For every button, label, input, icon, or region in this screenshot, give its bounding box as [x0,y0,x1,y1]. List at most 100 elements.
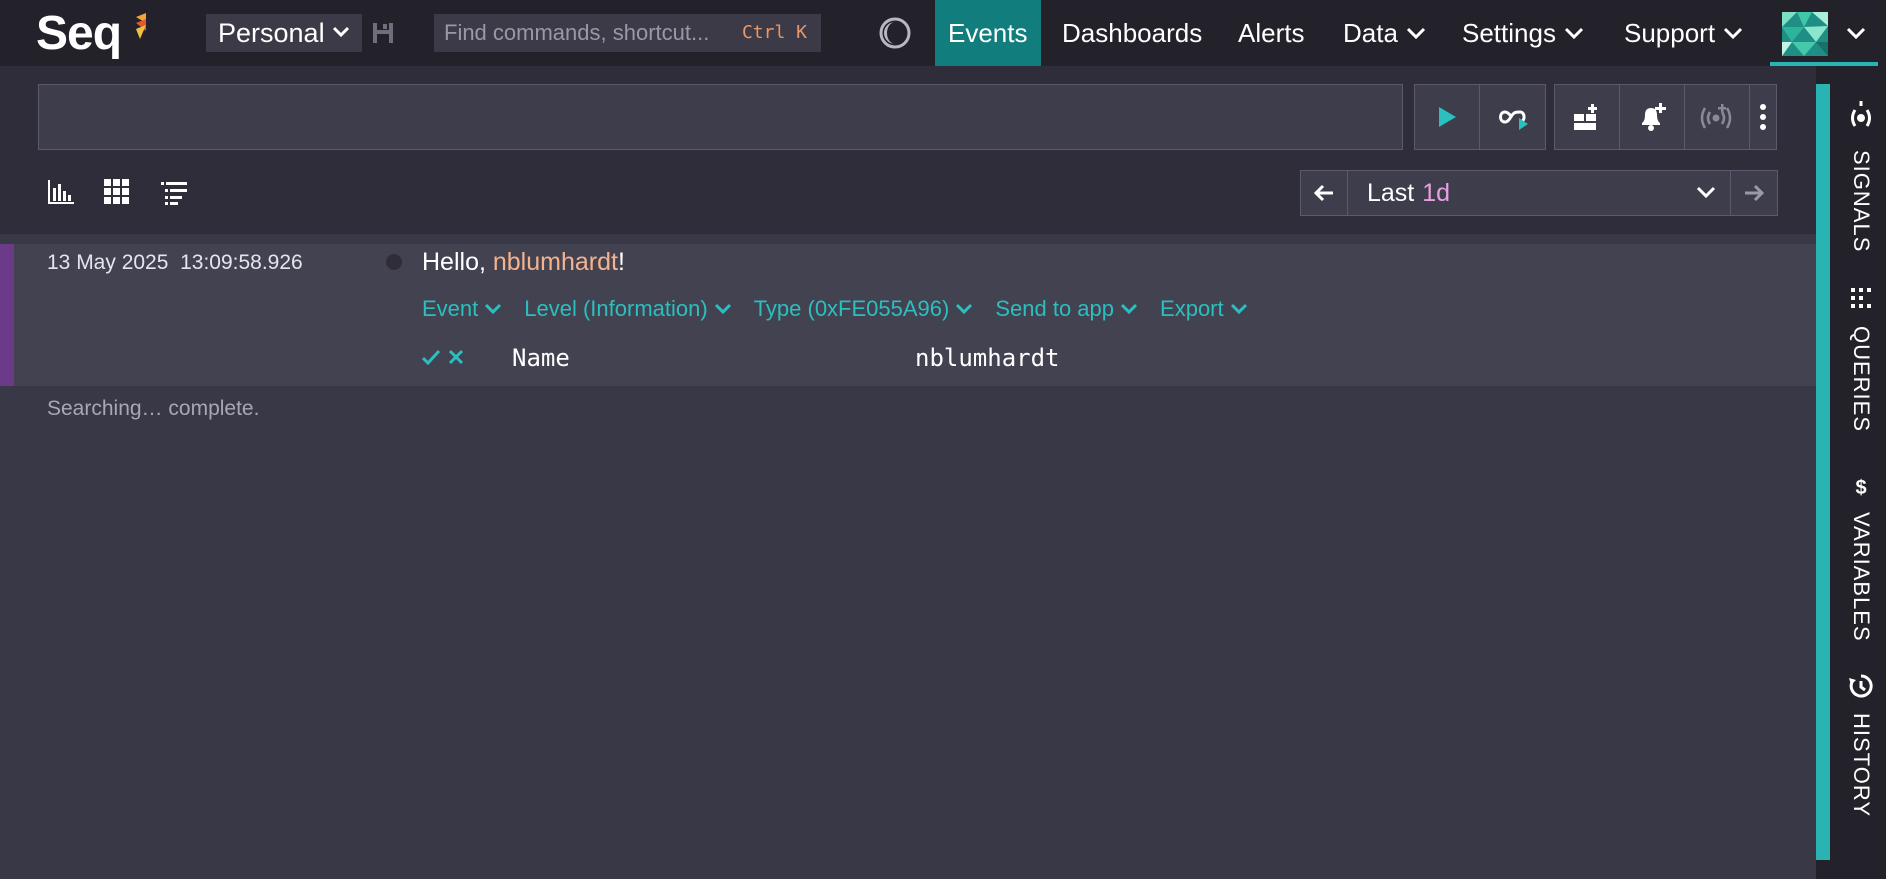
svg-text:$: $ [1855,477,1866,498]
action-label: Send to app [995,296,1115,321]
command-search[interactable]: Find commands, shortcut... Ctrl K [434,14,821,52]
chevron-down-icon [1230,303,1247,315]
event-level-indicator [386,254,402,270]
export-button[interactable]: Export [1160,296,1248,322]
nav-settings-label: Settings [1462,17,1556,48]
send-to-app-button[interactable]: Send to app [995,296,1138,322]
nav-dashboards[interactable]: Dashboards [1062,0,1202,66]
exclude-icon[interactable] [448,349,464,365]
shortcut-hint: Ctrl K [741,22,807,43]
action-label: Export [1160,296,1224,321]
time-range-select[interactable]: Last 1d [1348,171,1730,215]
command-search-placeholder: Find commands, shortcut... [444,20,710,45]
arrow-left-icon [1314,184,1333,202]
nav-data-label: Data [1343,17,1398,48]
event-timestamp: 13 May 2025 13:09:58.926 [47,251,303,274]
chevron-down-icon [1120,303,1138,315]
chevron-down-icon [332,26,350,38]
query-actions [1554,84,1777,150]
chevron-down-icon [1846,27,1866,40]
rail-accent-bar [1816,84,1830,860]
nav-support[interactable]: Support [1624,0,1743,66]
rail-label: HISTORY [1849,713,1874,817]
nav-alerts-label: Alerts [1238,17,1305,48]
chevron-down-icon [1724,27,1743,40]
event-message-text: Hello, [422,248,493,276]
logo-flag-icon [136,13,146,39]
nav-support-label: Support [1624,17,1716,48]
chevron-down-icon [485,303,502,315]
app-logo[interactable]: Seq [36,6,122,61]
nav-settings[interactable]: Settings [1462,0,1584,66]
variables-icon: $ [1855,477,1866,498]
event-row[interactable]: 13 May 2025 13:09:58.926 Hello, nblumhar… [0,244,1816,386]
time-range-prefix: Last [1367,178,1415,207]
histogram-icon[interactable] [47,178,75,206]
add-alert-icon [1642,103,1666,131]
search-status: Searching… complete. [47,397,260,420]
workspace-label: Personal [218,17,325,48]
event-level-stripe [0,244,14,386]
event-message: Hello, nblumhardt! [422,248,625,277]
top-navigation: Seq Personal Find commands, shortcut... … [0,0,1886,66]
query-input[interactable] [38,84,1403,150]
time-range-previous-button[interactable] [1301,171,1348,215]
chevron-down-icon [1406,27,1425,40]
check-icon[interactable] [422,349,440,365]
avatar [1782,12,1828,56]
add-to-dashboard-button[interactable] [1555,85,1620,149]
chevron-down-icon [956,303,973,315]
rail-variables[interactable]: $ VARIABLES [1844,476,1878,642]
action-label: Level (Information) [524,296,708,321]
event-menu-button[interactable]: Event [422,296,502,322]
event-message-suffix: ! [617,248,625,276]
tail-button[interactable] [1480,85,1545,149]
run-query-button[interactable] [1415,85,1480,149]
action-label: Type (0xFE055A96) [753,296,950,321]
theme-toggle-icon[interactable] [878,16,912,50]
query-panel: Last 1d [0,66,1816,234]
add-alert-button[interactable] [1620,85,1685,149]
history-icon [1849,674,1873,698]
run-query-icon [1439,107,1456,127]
time-range-picker: Last 1d [1300,170,1778,216]
nav-events-label: Events [948,17,1028,48]
rail-history[interactable]: HISTORY [1844,673,1878,817]
grid-icon[interactable] [103,178,131,206]
rail-label: VARIABLES [1849,512,1874,642]
rail-signals[interactable]: SIGNALS [1844,100,1878,252]
queries-icon [1851,288,1871,308]
more-button[interactable] [1750,85,1776,149]
save-icon[interactable] [372,22,394,44]
nav-events[interactable]: Events [935,0,1041,66]
user-menu[interactable] [1770,0,1878,66]
rail-label: SIGNALS [1849,150,1874,253]
chevron-down-icon [714,303,731,315]
add-signal-icon [1700,104,1732,129]
event-property-row: Name nblumhardt [422,344,1422,374]
action-label: Event [422,296,479,321]
property-name: Name [512,344,570,372]
type-menu-button[interactable]: Type (0xFE055A96) [754,296,974,322]
nav-alerts[interactable]: Alerts [1238,0,1304,66]
event-message-property[interactable]: nblumhardt [493,248,618,276]
add-to-dashboard-icon [1574,104,1597,130]
time-range-next-button[interactable] [1730,171,1777,215]
list-icon[interactable] [160,178,188,206]
add-signal-button[interactable] [1685,85,1750,149]
signals-icon [1851,101,1871,127]
rail-queries[interactable]: QUERIES [1844,286,1878,432]
chevron-down-icon [1696,186,1716,199]
run-controls [1414,84,1546,150]
level-menu-button[interactable]: Level (Information) [524,296,731,322]
property-value: nblumhardt [915,344,1060,372]
tail-icon [1498,110,1528,130]
chevron-down-icon [1564,27,1584,40]
nav-data[interactable]: Data [1343,0,1426,66]
nav-dashboards-label: Dashboards [1062,17,1203,48]
workspace-selector[interactable]: Personal [206,14,362,52]
more-icon [1760,104,1766,130]
arrow-right-icon [1745,184,1764,202]
time-range-value: 1d [1422,178,1451,207]
event-actions: Event Level (Information) Type (0xFE055A… [422,296,1270,322]
